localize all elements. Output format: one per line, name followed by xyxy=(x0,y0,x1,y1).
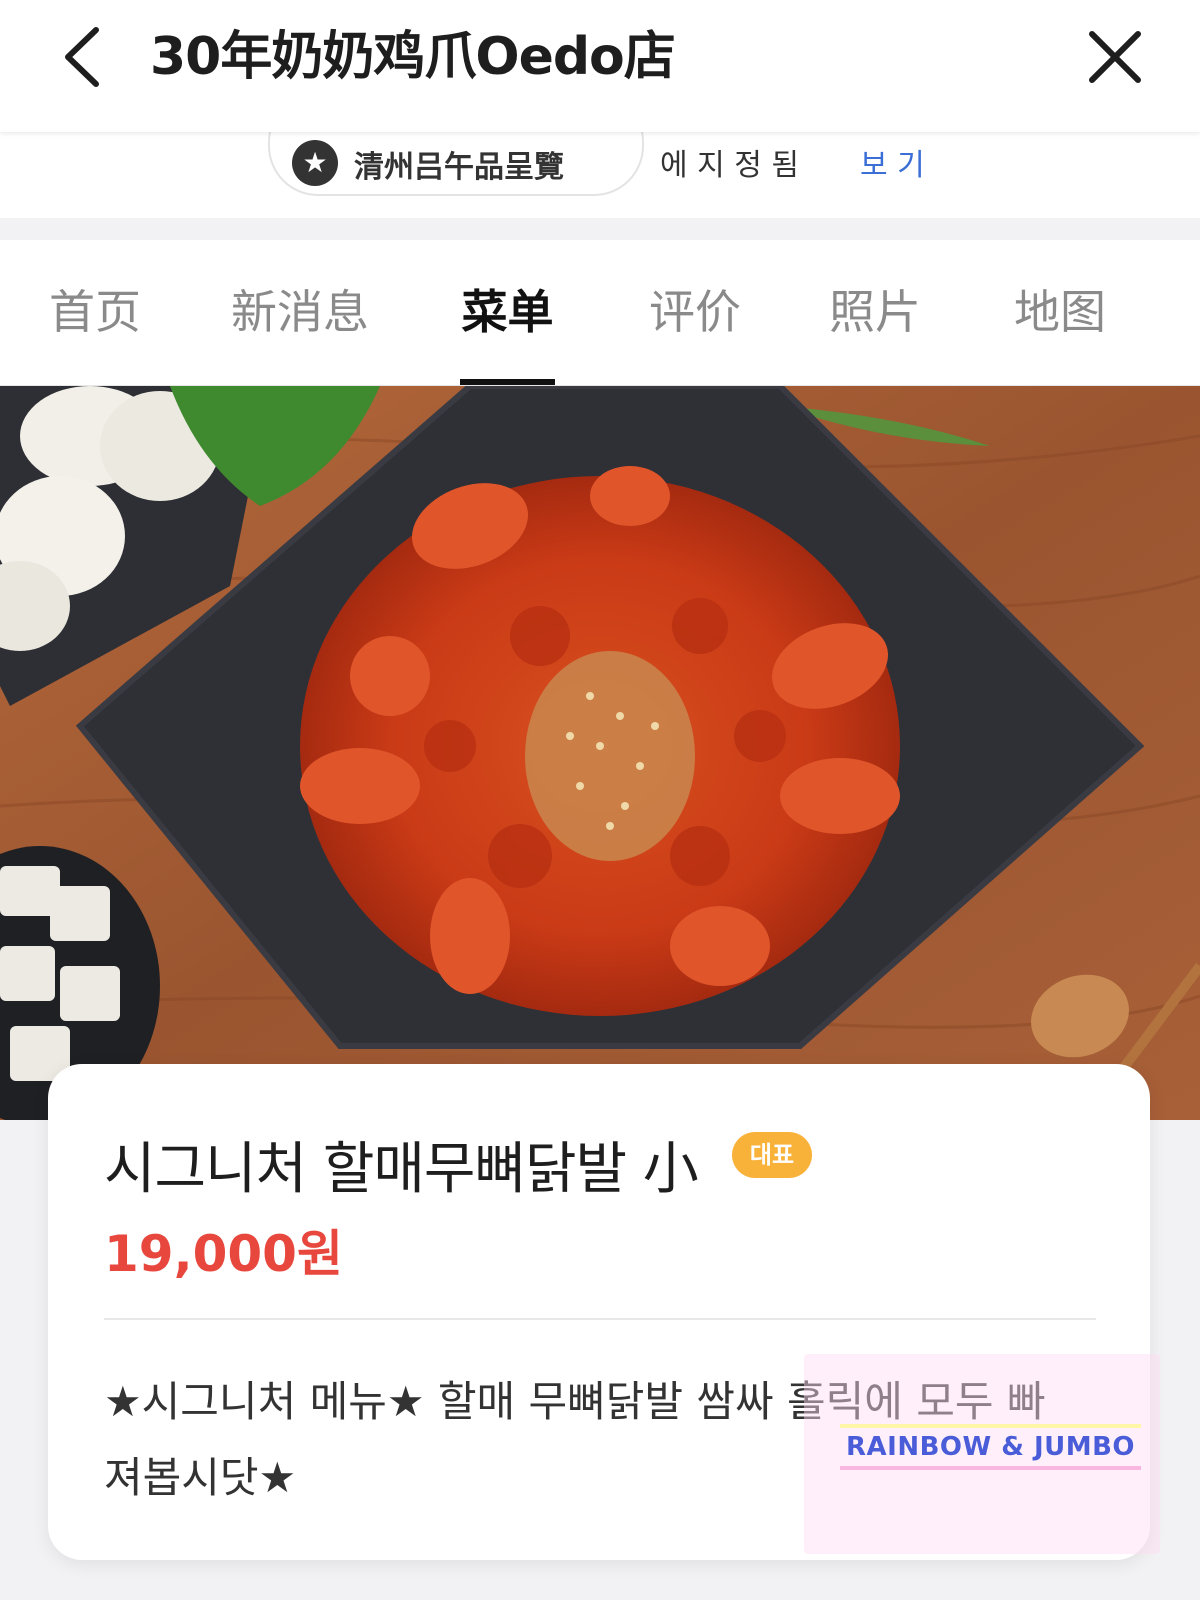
signature-badge: 대표 xyxy=(732,1132,812,1178)
designation-text: 에 지 정 됨 xyxy=(660,148,800,183)
menu-item-photo[interactable] xyxy=(0,386,1200,1120)
tab-reviews[interactable]: 评价 xyxy=(635,240,755,385)
menu-item-name: 시그니처 할매무뼈닭발 小 xyxy=(104,1137,699,1202)
tab-menu[interactable]: 菜单 xyxy=(445,240,570,385)
tab-photos[interactable]: 照片 xyxy=(815,240,935,385)
page-title: 30年奶奶鸡爪Oedo店 xyxy=(150,27,676,87)
top-app-bar: 30年奶奶鸡爪Oedo店 xyxy=(0,0,1200,132)
watermark-text: RAINBOW & JUMBO xyxy=(840,1424,1142,1470)
tab-map[interactable]: 地图 xyxy=(1005,240,1115,385)
close-button[interactable] xyxy=(1080,22,1150,92)
store-info-strip: ★ 清州吕午品呈覽 에 지 정 됨 보 기 xyxy=(0,132,1200,218)
tab-bar: 首页 新消息 菜单 评价 照片 地图 xyxy=(0,240,1200,386)
view-link[interactable]: 보 기 xyxy=(860,140,925,184)
star-icon: ★ xyxy=(292,140,338,186)
back-button[interactable] xyxy=(52,22,122,92)
award-text: 清州吕午品呈覽 xyxy=(354,150,564,185)
tab-news[interactable]: 新消息 xyxy=(225,240,375,385)
watermark: RAINBOW & JUMBO xyxy=(804,1354,1160,1554)
divider xyxy=(104,1318,1096,1320)
tab-home[interactable]: 首页 xyxy=(40,240,150,385)
menu-item-price: 19,000원 xyxy=(104,1225,343,1283)
close-icon xyxy=(1089,31,1141,83)
chevron-left-icon xyxy=(65,27,99,87)
active-tab-indicator xyxy=(460,379,555,385)
award-chip[interactable]: ★ 清州吕午品呈覽 xyxy=(268,132,644,196)
spicy-chicken-feet-photo xyxy=(0,386,1200,1120)
